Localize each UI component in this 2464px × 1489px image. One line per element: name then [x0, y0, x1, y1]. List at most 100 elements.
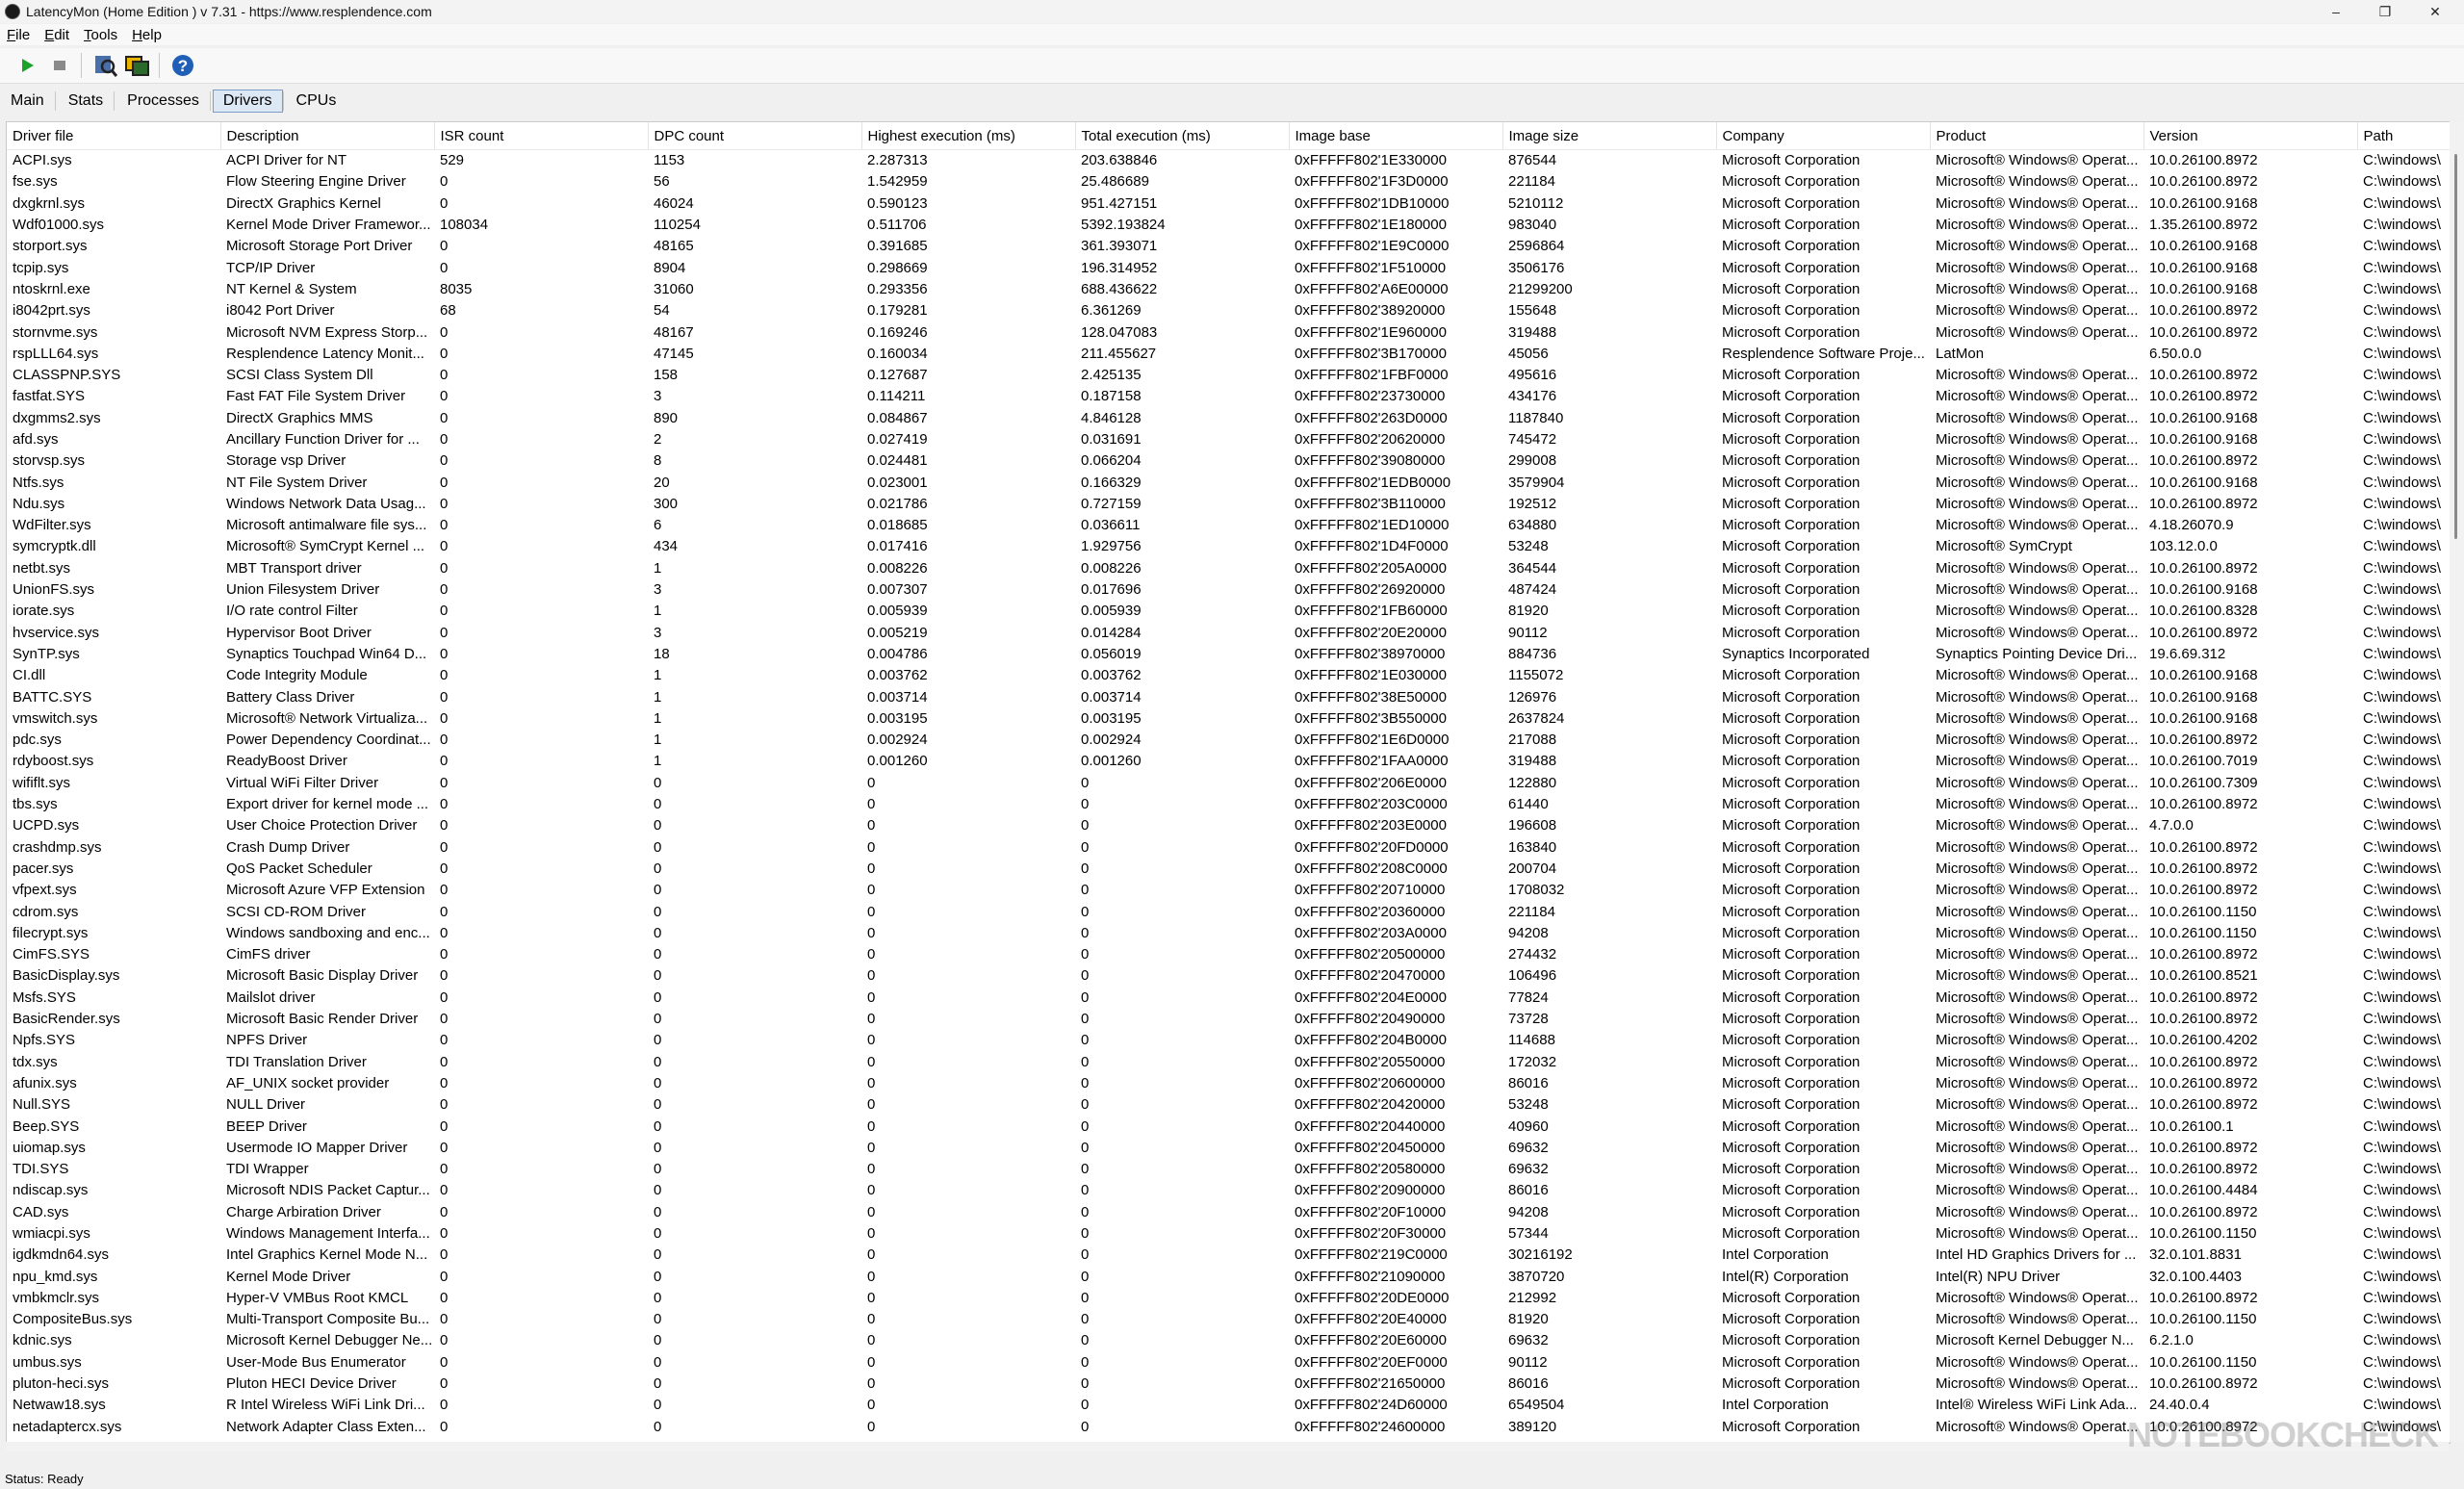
column-header[interactable]: Description [220, 122, 435, 150]
table-row[interactable]: hvservice.sys Hypervisor Boot Driver 0 3 0.0… [7, 623, 2450, 644]
table-row[interactable]: vfpext.sys Microsoft Azure VFP Extension 0… [7, 880, 2450, 901]
column-header[interactable]: Image base [1289, 122, 1503, 150]
table-row[interactable]: fastfat.SYS Fast FAT File System Driver 0 3… [7, 386, 2450, 407]
table-row[interactable]: SynTP.sys Synaptics Touchpad Win64 D... 0 1… [7, 644, 2450, 665]
column-header[interactable]: Product [1930, 122, 2144, 150]
close-button[interactable]: ✕ [2411, 0, 2459, 23]
menu-tools[interactable]: Tools [77, 27, 125, 43]
table-row[interactable]: tcpip.sys TCP/IP Driver 0 8904 0.298669 196.3… [7, 257, 2450, 278]
start-button[interactable] [13, 52, 40, 79]
column-header[interactable]: Version [2143, 122, 2358, 150]
column-header[interactable]: Driver file [7, 122, 221, 150]
table-cell: 0 [654, 946, 662, 963]
table-row[interactable]: CimFS.SYS CimFS driver 0 0 0 0 0xFFFFF802'2050… [7, 944, 2450, 965]
menu-help[interactable]: Help [125, 27, 169, 43]
table-row[interactable]: BasicDisplay.sys Microsoft Basic Display … [7, 965, 2450, 987]
table-row[interactable]: igdkmdn64.sys Intel Graphics Kernel Mode … [7, 1245, 2450, 1266]
table-row[interactable]: fse.sys Flow Steering Engine Driver 0 56 1.5… [7, 171, 2450, 193]
table-row[interactable]: ntoskrnl.exe NT Kernel & System 8035 31060 0… [7, 279, 2450, 300]
column-header[interactable]: Total execution (ms) [1075, 122, 1290, 150]
table-row[interactable]: TDI.SYS TDI Wrapper 0 0 0 0 0xFFFFF802'2058000… [7, 1159, 2450, 1180]
column-header[interactable]: Company [1716, 122, 1931, 150]
minimize-button[interactable]: – [2312, 0, 2360, 23]
menu-file[interactable]: File [0, 27, 38, 43]
table-row[interactable]: tbs.sys Export driver for kernel mode ...… [7, 794, 2450, 815]
help-button[interactable]: ? [169, 52, 196, 79]
stop-button[interactable] [46, 52, 73, 79]
table-row[interactable]: storvsp.sys Storage vsp Driver 0 8 0.024481 0… [7, 450, 2450, 472]
drivers-table-view[interactable]: Driver file Description ISR count DPC co… [6, 121, 2451, 1444]
table-row[interactable]: rdyboost.sys ReadyBoost Driver 0 1 0.001260 0… [7, 751, 2450, 772]
table-row[interactable]: CI.dll Code Integrity Module 0 1 0.003762 0.0… [7, 665, 2450, 686]
table-row[interactable]: Ntfs.sys NT File System Driver 0 20 0.023001… [7, 472, 2450, 493]
table-row[interactable]: rspLLL64.sys Resplendence Latency Monit..… [7, 344, 2450, 365]
vertical-scrollbar[interactable] [2450, 121, 2464, 1442]
horizontal-scrollbar[interactable] [6, 1442, 2449, 1451]
table-row[interactable]: vmbkmclr.sys Hyper-V VMBus Root KMCL 0 0 0 0 0… [7, 1288, 2450, 1309]
column-header[interactable]: Highest execution (ms) [861, 122, 1076, 150]
table-row[interactable]: crashdmp.sys Crash Dump Driver 0 0 0 0 0xFFFFF… [7, 837, 2450, 859]
tab-drivers[interactable]: Drivers [212, 90, 283, 113]
table-row[interactable]: vmswitch.sys Microsoft® Network Virtualiz… [7, 708, 2450, 730]
table-row[interactable]: symcryptk.dll Microsoft® SymCrypt Kernel … [7, 536, 2450, 557]
table-row[interactable]: Wdf01000.sys Kernel Mode Driver Framewor.… [7, 215, 2450, 236]
table-row[interactable]: UCPD.sys User Choice Protection Driver 0 0 0… [7, 815, 2450, 836]
table-row[interactable]: UnionFS.sys Union Filesystem Driver 0 3 0.00… [7, 579, 2450, 601]
windows-button[interactable] [124, 52, 151, 79]
table-row[interactable]: pacer.sys QoS Packet Scheduler 0 0 0 0 0xFFFFF… [7, 859, 2450, 880]
table-row[interactable]: CompositeBus.sys Multi-Transport Composit… [7, 1309, 2450, 1330]
table-row[interactable]: netadaptercx.sys Network Adapter Class Ex… [7, 1417, 2450, 1438]
scrollbar-thumb[interactable] [2454, 154, 2457, 539]
table-row[interactable]: filecrypt.sys Windows sandboxing and enc.… [7, 923, 2450, 944]
tab-cpus[interactable]: CPUs [286, 90, 347, 113]
table-row[interactable]: kdnic.sys Microsoft Kernel Debugger Ne...… [7, 1330, 2450, 1351]
table-row[interactable]: umbus.sys User-Mode Bus Enumerator 0 0 0 0 0xF… [7, 1352, 2450, 1373]
table-row[interactable]: iorate.sys I/O rate control Filter 0 1 0.005… [7, 601, 2450, 622]
column-header[interactable]: DPC count [648, 122, 862, 150]
table-row[interactable]: cdrom.sys SCSI CD-ROM Driver 0 0 0 0 0xFFFFF80… [7, 901, 2450, 922]
table-cell: 0 [440, 860, 449, 877]
maximize-button[interactable]: ❐ [2361, 0, 2409, 23]
table-row[interactable]: dxgmms2.sys DirectX Graphics MMS 0 890 0.084… [7, 408, 2450, 429]
table-cell: Microsoft® Windows® Operat... [1936, 988, 2139, 1006]
column-header[interactable]: ISR count [434, 122, 649, 150]
table-row[interactable]: npu_kmd.sys Kernel Mode Driver 0 0 0 0 0xFFFFF… [7, 1266, 2450, 1287]
table-row[interactable]: uiomap.sys Usermode IO Mapper Driver 0 0 0 0 0… [7, 1138, 2450, 1159]
table-row[interactable]: afunix.sys AF_UNIX socket provider 0 0 0 0 0xF… [7, 1073, 2450, 1094]
table-row[interactable]: wififlt.sys Virtual WiFi Filter Driver 0 0 0… [7, 773, 2450, 794]
table-row[interactable]: wmiacpi.sys Windows Management Interfa...… [7, 1223, 2450, 1245]
table-row[interactable]: tdx.sys TDI Translation Driver 0 0 0 0 0xFFFFF… [7, 1051, 2450, 1072]
table-row[interactable]: pdc.sys Power Dependency Coordinat... 0 1 0.… [7, 730, 2450, 751]
column-header[interactable]: Path [2357, 122, 2450, 150]
tab-main[interactable]: Main [0, 90, 55, 113]
table-row[interactable]: netbt.sys MBT Transport driver 0 1 0.008226 0… [7, 558, 2450, 579]
table-row[interactable]: ndiscap.sys Microsoft NDIS Packet Captur.… [7, 1180, 2450, 1201]
tab-processes[interactable]: Processes [116, 90, 210, 113]
table-row[interactable]: Netwaw18.sys R Intel Wireless WiFi Link D… [7, 1395, 2450, 1416]
table-cell: 0xFFFFF802'23730000 [1295, 388, 1446, 405]
report-button[interactable] [91, 52, 118, 79]
table-row[interactable]: i8042prt.sys i8042 Port Driver 68 54 0.17928… [7, 300, 2450, 321]
table-row[interactable]: Npfs.SYS NPFS Driver 0 0 0 0 0xFFFFF802'204B00… [7, 1030, 2450, 1051]
table-cell: 0 [867, 817, 876, 834]
table-row[interactable]: Beep.SYS BEEP Driver 0 0 0 0 0xFFFFF802'204400… [7, 1116, 2450, 1137]
table-row[interactable]: CLASSPNP.SYS SCSI Class System Dll 0 158 0.1… [7, 365, 2450, 386]
table-row[interactable]: dxgkrnl.sys DirectX Graphics Kernel 0 46024… [7, 193, 2450, 215]
table-row[interactable]: BasicRender.sys Microsoft Basic Render Dr… [7, 1009, 2450, 1030]
table-row[interactable]: WdFilter.sys Microsoft antimalware file s… [7, 515, 2450, 536]
table-cell: C:\windows\ [2363, 1011, 2441, 1028]
table-row[interactable]: pluton-heci.sys Pluton HECI Device Driver… [7, 1373, 2450, 1395]
column-header[interactable]: Image size [1502, 122, 1717, 150]
table-row[interactable]: Msfs.SYS Mailslot driver 0 0 0 0 0xFFFFF802'20… [7, 988, 2450, 1009]
table-cell: 890 [654, 409, 679, 426]
table-row[interactable]: Ndu.sys Windows Network Data Usag... 0 300 0… [7, 494, 2450, 515]
table-row[interactable]: afd.sys Ancillary Function Driver for ...… [7, 429, 2450, 450]
table-row[interactable]: storport.sys Microsoft Storage Port Drive… [7, 236, 2450, 257]
table-row[interactable]: CAD.sys Charge Arbiration Driver 0 0 0 0 0xFFF… [7, 1202, 2450, 1223]
table-row[interactable]: stornvme.sys Microsoft NVM Express Storp.… [7, 321, 2450, 343]
menu-edit[interactable]: Edit [38, 27, 77, 43]
tab-stats[interactable]: Stats [58, 90, 114, 113]
table-row[interactable]: BATTC.SYS Battery Class Driver 0 1 0.003714 0… [7, 686, 2450, 707]
table-row[interactable]: ACPI.sys ACPI Driver for NT 529 1153 2.28731… [7, 150, 2450, 172]
table-row[interactable]: Null.SYS NULL Driver 0 0 0 0 0xFFFFF802'204200… [7, 1094, 2450, 1116]
